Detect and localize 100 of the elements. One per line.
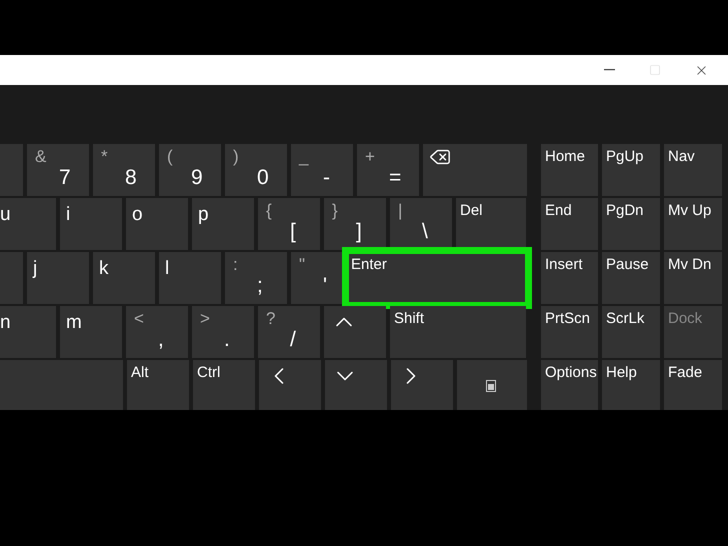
keyboard-key[interactable]: : ; xyxy=(225,252,287,304)
keyboard-key[interactable]: Del xyxy=(456,198,526,250)
key-shift-symbol: _ xyxy=(299,147,308,167)
key-shift-symbol: } xyxy=(332,201,338,221)
key-label: m xyxy=(66,312,82,334)
keyboard-key[interactable]: Pause xyxy=(602,252,660,304)
keyboard-key[interactable]: Mv Up xyxy=(664,198,722,250)
key-label: p xyxy=(198,204,209,226)
backspace-key[interactable] xyxy=(423,144,527,196)
keyboard-key[interactable]: " ' xyxy=(291,252,343,304)
keyboard-key[interactable]: _ - xyxy=(291,144,353,196)
key-character: ; xyxy=(257,274,263,298)
keyboard-key[interactable]: Options xyxy=(541,360,598,410)
left-arrow-key[interactable] xyxy=(259,360,321,410)
keyboard-key[interactable]: Help xyxy=(602,360,660,410)
keyboard-key[interactable]: j xyxy=(27,252,89,304)
key-label: l xyxy=(165,258,170,280)
key-label: PrtScn xyxy=(545,310,590,327)
key-label: Pause xyxy=(606,256,649,273)
keyboard-key[interactable]: Mv Dn xyxy=(664,252,722,304)
key-label: k xyxy=(99,258,108,280)
key-character: \ xyxy=(422,220,428,244)
keyboard-key[interactable]: ? / xyxy=(258,306,320,358)
keyboard-key[interactable]: ) 0 xyxy=(225,144,287,196)
key-label: o xyxy=(132,204,143,226)
keyboard-key[interactable]: p xyxy=(192,198,254,250)
keyboard-key[interactable]: u xyxy=(0,198,56,250)
keyboard-key[interactable]: > . xyxy=(192,306,254,358)
key-shift-symbol: * xyxy=(101,147,108,167)
keyboard-key[interactable]: i xyxy=(60,198,122,250)
key-character: / xyxy=(290,328,296,352)
key-character: - xyxy=(323,166,330,190)
key-shift-symbol: ? xyxy=(266,309,276,329)
keyboard-key[interactable]: * 8 xyxy=(93,144,155,196)
key-label: n xyxy=(0,312,11,334)
key-label: Del xyxy=(460,202,483,219)
keyboard-key[interactable]: | \ xyxy=(390,198,452,250)
menu-key-icon xyxy=(486,380,496,392)
keyboard-key[interactable]: & 7 xyxy=(27,144,89,196)
key-character: 7 xyxy=(59,166,71,190)
key-shift-symbol: + xyxy=(365,147,375,167)
keyboard-key[interactable]: Insert xyxy=(541,252,598,304)
key-character: 8 xyxy=(125,166,137,190)
key-label: Insert xyxy=(545,256,583,273)
key-label: PgUp xyxy=(606,148,644,165)
keyboard-key[interactable]: + = xyxy=(357,144,419,196)
key-character: [ xyxy=(290,220,296,244)
key-character: 0 xyxy=(257,166,269,190)
key-shift-symbol: & xyxy=(35,147,46,167)
keyboard-key[interactable]: < , xyxy=(126,306,188,358)
keyboard-key[interactable]: o xyxy=(126,198,188,250)
highlighted-key[interactable]: Enter xyxy=(347,252,527,304)
key-character: 9 xyxy=(191,166,203,190)
key-character: = xyxy=(389,166,402,190)
key-label: Shift xyxy=(394,310,424,327)
keyboard-key[interactable]: } ] xyxy=(324,198,386,250)
key-label: Alt xyxy=(131,364,149,381)
keyboard-key[interactable]: n xyxy=(0,306,56,358)
keyboard-key[interactable]: Fade xyxy=(664,360,722,410)
keyboard-key[interactable] xyxy=(0,360,123,410)
key-label: End xyxy=(545,202,572,219)
keyboard-key[interactable]: l xyxy=(159,252,221,304)
keyboard-key[interactable]: Shift xyxy=(390,306,526,358)
keyboard-key[interactable]: { [ xyxy=(258,198,320,250)
keyboard-key[interactable]: Home xyxy=(541,144,598,196)
key-character: , xyxy=(158,328,164,352)
key-label: Home xyxy=(545,148,586,165)
key-shift-symbol: < xyxy=(134,309,144,329)
keyboard-key[interactable]: PgDn xyxy=(602,198,660,250)
key-label: Help xyxy=(606,364,637,381)
key-character: ] xyxy=(356,220,362,244)
key-label: Mv Up xyxy=(668,202,712,219)
keyboard-key[interactable]: m xyxy=(60,306,122,358)
key-label: j xyxy=(33,258,38,280)
key-shift-symbol: > xyxy=(200,309,210,329)
key-label: Mv Dn xyxy=(668,256,712,273)
keyboard-key[interactable]: PgUp xyxy=(602,144,660,196)
keyboard-key[interactable]: ( 9 xyxy=(159,144,221,196)
key-label: PgDn xyxy=(606,202,644,219)
key-label: Enter xyxy=(351,256,387,273)
down-arrow-key[interactable] xyxy=(325,360,387,410)
keyboard-key[interactable]: k xyxy=(93,252,155,304)
key-label: Options xyxy=(545,364,597,381)
key-shift-symbol: ) xyxy=(233,147,239,167)
key-shift-symbol: { xyxy=(266,201,272,221)
key-label: u xyxy=(0,204,11,226)
keyboard-key[interactable]: Nav xyxy=(664,144,722,196)
up-arrow-key[interactable] xyxy=(324,306,386,358)
key-shift-symbol: " xyxy=(299,255,306,275)
menu-key[interactable] xyxy=(457,360,527,410)
key-label: i xyxy=(66,204,70,226)
keyboard-key[interactable]: End xyxy=(541,198,598,250)
keyboard-key[interactable]: Ctrl xyxy=(193,360,255,410)
keyboard-key[interactable]: ScrLk xyxy=(602,306,660,358)
key-label: Ctrl xyxy=(197,364,220,381)
keyboard-key[interactable]: Alt xyxy=(127,360,189,410)
key-label: Dock xyxy=(668,310,702,327)
key-label: Fade xyxy=(668,364,702,381)
keyboard-key[interactable]: PrtScn xyxy=(541,306,598,358)
key-shift-symbol: : xyxy=(233,255,238,275)
